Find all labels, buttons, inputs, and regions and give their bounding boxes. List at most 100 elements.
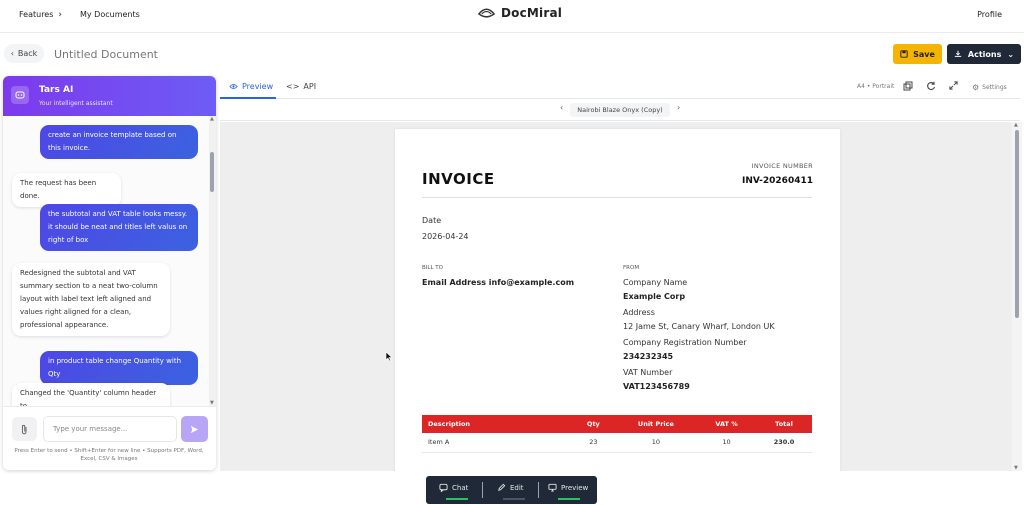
chat-mode-label: Chat bbox=[452, 483, 469, 492]
back-label: Back bbox=[17, 49, 38, 58]
vat-number: VAT123456789 bbox=[623, 382, 690, 391]
invoice-title: INVOICE bbox=[422, 170, 495, 188]
table-header-row: Description Qty Unit Price VAT % Total bbox=[422, 415, 812, 433]
edit-mode-indicator bbox=[503, 498, 525, 500]
cell-total: 230.0 bbox=[756, 433, 812, 453]
mode-bar: Chat Edit Preview bbox=[426, 476, 597, 504]
edit-mode-label: Edit bbox=[510, 483, 524, 492]
separator bbox=[538, 482, 539, 498]
cell-qty: 23 bbox=[572, 433, 615, 453]
message-input[interactable] bbox=[43, 416, 177, 442]
vat-label: VAT Number bbox=[623, 368, 673, 377]
invoice-number-label: INVOICE NUMBER bbox=[751, 162, 813, 170]
next-template-icon[interactable]: › bbox=[677, 103, 680, 112]
bot-icon bbox=[11, 86, 29, 104]
date-label: Date bbox=[422, 216, 442, 225]
template-name[interactable]: Nairobi Blaze Onyx (Copy) bbox=[570, 103, 670, 117]
tab-preview[interactable]: Preview bbox=[229, 82, 273, 91]
prev-template-icon[interactable]: ‹ bbox=[560, 103, 563, 112]
chat-scrollbar[interactable]: ▲ ▼ bbox=[209, 116, 216, 406]
col-description: Description bbox=[422, 415, 572, 433]
col-total: Total bbox=[756, 415, 812, 433]
scroll-up-icon[interactable]: ▲ bbox=[210, 116, 214, 122]
chat-scroll-thumb[interactable] bbox=[210, 152, 214, 192]
preview-mode-indicator bbox=[558, 498, 580, 500]
document-title[interactable]: Untitled Document bbox=[54, 48, 158, 61]
cell-vat: 10 bbox=[697, 433, 757, 453]
chevron-down-icon: ⌄ bbox=[1007, 49, 1015, 59]
tab-api-label: API bbox=[303, 82, 317, 91]
cell-description: Item A bbox=[422, 433, 572, 453]
actions-button[interactable]: Actions ⌄ bbox=[947, 44, 1021, 64]
save-button[interactable]: Save bbox=[893, 44, 942, 64]
canvas-scrollbar[interactable]: ▲ ▼ bbox=[1012, 122, 1022, 471]
user-message: the subtotal and VAT table looks messy. … bbox=[40, 204, 198, 251]
send-icon bbox=[190, 425, 199, 433]
invoice-number: INV-20260411 bbox=[741, 176, 813, 186]
bot-message: The request has been done. bbox=[12, 173, 121, 207]
chat-mode-button[interactable]: Chat bbox=[439, 483, 468, 492]
brand-logo[interactable]: DocMiral bbox=[477, 6, 562, 20]
settings-label: Settings bbox=[982, 84, 1007, 91]
page-format-label[interactable]: A4 • Portrait bbox=[857, 83, 894, 90]
from-label: FROM bbox=[623, 265, 640, 271]
chat-messages[interactable]: create an invoice template based on this… bbox=[3, 116, 216, 406]
template-switcher: ‹ Nairobi Blaze Onyx (Copy) › bbox=[220, 99, 1020, 121]
chat-icon bbox=[439, 483, 448, 492]
scroll-down-icon[interactable]: ▼ bbox=[1014, 465, 1018, 471]
separator bbox=[482, 482, 483, 498]
copy-icon[interactable] bbox=[903, 81, 913, 91]
tab-preview-label: Preview bbox=[242, 82, 274, 91]
chat-header: Tars AI Your intelligent assistant bbox=[3, 76, 216, 116]
nav-my-documents[interactable]: My Documents bbox=[80, 10, 140, 19]
table-row: Item A 23 10 10 230.0 bbox=[422, 433, 812, 453]
document-header: ‹ Back Untitled Document Save Actions ⌄ bbox=[0, 34, 1024, 74]
refresh-icon[interactable] bbox=[926, 81, 936, 91]
top-navbar: Features › My Documents DocMiral Profile bbox=[0, 0, 1024, 33]
edit-mode-button[interactable]: Edit bbox=[497, 483, 524, 492]
bill-to-value: Email Address info@example.com bbox=[422, 278, 575, 287]
canvas-scroll-thumb[interactable] bbox=[1015, 130, 1019, 318]
composer-hint: Press Enter to send • Shift+Enter for ne… bbox=[14, 448, 204, 462]
assistant-subtitle: Your intelligent assistant bbox=[39, 100, 113, 107]
paperclip-icon bbox=[21, 424, 27, 434]
items-table: Description Qty Unit Price VAT % Total I… bbox=[422, 415, 812, 453]
preview-tabs: Preview <> API A4 • Portrait ⚙ Settings bbox=[220, 76, 1020, 99]
save-icon bbox=[900, 50, 908, 58]
monitor-icon bbox=[548, 483, 557, 492]
preview-mode-button[interactable]: Preview bbox=[548, 483, 588, 492]
address-value: 12 Jame St, Canary Wharf, London UK bbox=[623, 322, 775, 331]
preview-mode-label: Preview bbox=[561, 483, 589, 492]
settings-button[interactable]: ⚙ Settings bbox=[972, 83, 1007, 92]
scroll-up-icon[interactable]: ▲ bbox=[1014, 122, 1018, 128]
chat-panel: Tars AI Your intelligent assistant creat… bbox=[3, 76, 216, 470]
brand-name: DocMiral bbox=[501, 6, 563, 20]
chat-composer: Press Enter to send • Shift+Enter for ne… bbox=[3, 406, 216, 470]
bot-message: Changed the 'Quantity' column header to bbox=[12, 383, 170, 406]
mouse-cursor-icon bbox=[385, 351, 393, 362]
divider bbox=[422, 197, 812, 198]
send-button[interactable] bbox=[181, 416, 208, 442]
code-icon: <> bbox=[286, 82, 300, 91]
company-name: Example Corp bbox=[623, 292, 686, 301]
save-label: Save bbox=[913, 49, 935, 59]
address-label: Address bbox=[623, 308, 655, 317]
company-name-label: Company Name bbox=[623, 278, 688, 287]
assistant-name: Tars AI bbox=[39, 85, 74, 95]
tab-api[interactable]: <> API bbox=[286, 82, 316, 91]
chevron-right-icon: › bbox=[58, 10, 63, 20]
chevron-left-icon: ‹ bbox=[10, 49, 14, 58]
back-button[interactable]: ‹ Back bbox=[4, 44, 44, 63]
bill-to-label: BILL TO bbox=[422, 265, 443, 271]
invoice-page: INVOICE INVOICE NUMBER INV-20260411 Date… bbox=[395, 129, 840, 471]
preview-canvas[interactable]: INVOICE INVOICE NUMBER INV-20260411 Date… bbox=[220, 122, 1012, 471]
date-value: 2026-04-24 bbox=[422, 232, 469, 241]
pencil-icon bbox=[498, 483, 506, 491]
nav-profile[interactable]: Profile bbox=[977, 10, 1002, 19]
col-vat: VAT % bbox=[697, 415, 757, 433]
cell-unit-price: 10 bbox=[614, 433, 698, 453]
nav-features[interactable]: Features › bbox=[19, 10, 62, 20]
attach-button[interactable] bbox=[12, 417, 37, 441]
user-message: create an invoice template based on this… bbox=[40, 125, 198, 159]
fullscreen-icon[interactable] bbox=[949, 81, 958, 90]
